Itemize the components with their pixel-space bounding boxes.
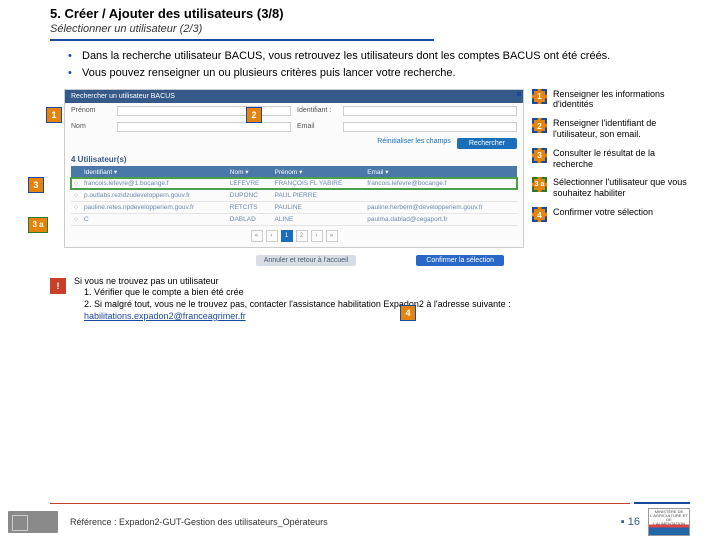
cancel-button[interactable]: Annuler et retour à l'accueil <box>256 255 357 266</box>
page-last[interactable]: » <box>326 230 338 242</box>
col-email[interactable]: Email ▾ <box>364 166 517 178</box>
screenshot-region: 1 2 3 3 a 4 Rechercher un utilisateur BA… <box>50 89 524 270</box>
bullet-list: Dans la recherche utilisateur BACUS, vou… <box>68 49 690 81</box>
table-row[interactable]: ○p.outlabs.rezidzudeveloppern.gouv.frDUP… <box>71 189 517 201</box>
panel-header: Rechercher un utilisateur BACUS <box>65 90 523 103</box>
table-row[interactable]: ○pauline.retes.npdevelopperiem.gouv.frRE… <box>71 201 517 213</box>
page-prev[interactable]: ‹ <box>266 230 278 242</box>
note-item: 2. Si malgré tout, vous ne le trouvez pa… <box>84 299 660 322</box>
note-item: 1. Vérifier que le compte a bien été cré… <box>84 287 660 299</box>
marker-2: 2 <box>246 107 262 123</box>
label-email: Email <box>297 123 337 130</box>
bullet: Vous pouvez renseigner un ou plusieurs c… <box>68 66 690 81</box>
page-next[interactable]: › <box>311 230 323 242</box>
app-screenshot: Rechercher un utilisateur BACUS Prénom I… <box>64 89 524 248</box>
pagination: « ‹ 1 2 › » <box>71 226 517 244</box>
marker-3a: 3 a <box>28 217 48 233</box>
page-2[interactable]: 2 <box>296 230 308 242</box>
legend-text: Confirmer votre sélection <box>553 207 653 218</box>
col-id[interactable]: Identifiant ▾ <box>81 166 227 178</box>
legend-num: 1 <box>532 89 547 104</box>
label-nom: Nom <box>71 123 111 130</box>
confirm-button[interactable]: Confirmer la sélection <box>416 255 504 266</box>
input-identifiant[interactable] <box>343 106 517 116</box>
legend-num: 4 <box>532 207 547 222</box>
reset-button[interactable]: Réinitialiser les champs <box>377 138 451 149</box>
input-email[interactable] <box>343 122 517 132</box>
bullet: Dans la recherche utilisateur BACUS, vou… <box>68 49 690 64</box>
slide-subtitle: Sélectionner un utilisateur (2/3) <box>50 23 690 35</box>
marker-4: 4 <box>400 305 416 321</box>
col-nom[interactable]: Nom ▾ <box>227 166 272 178</box>
franceagrimer-logo <box>8 511 58 533</box>
results-table: Identifiant ▾ Nom ▾ Prénom ▾ Email ▾ ○fr… <box>71 166 517 226</box>
label-identifiant: Identifiant : <box>297 107 337 114</box>
page-1[interactable]: 1 <box>281 230 293 242</box>
note-box: ! Si vous ne trouvez pas un utilisateur … <box>50 276 660 323</box>
warning-icon: ! <box>50 278 66 294</box>
input-nom[interactable] <box>117 122 291 132</box>
slide-title: 5. Créer / Ajouter des utilisateurs (3/8… <box>50 6 690 21</box>
legend-text: Renseigner les informations d'identités <box>553 89 690 111</box>
legend-num: 3 a <box>532 177 547 192</box>
divider <box>50 39 690 41</box>
page-number: 16 <box>621 516 640 528</box>
legend-num: 3 <box>532 148 547 163</box>
note-title: Si vous ne trouvez pas un utilisateur <box>74 276 660 288</box>
mail-link[interactable]: habilitations.expadon2@franceagrimer.fr <box>84 311 246 321</box>
page-first[interactable]: « <box>251 230 263 242</box>
input-prenom[interactable] <box>117 106 291 116</box>
marker-3: 3 <box>28 177 44 193</box>
close-icon <box>517 92 521 96</box>
reference-text: Référence : Expadon2-GUT-Gestion des uti… <box>70 517 621 527</box>
legend-text: Sélectionner l'utilisateur que vous souh… <box>553 177 690 199</box>
legend-num: 2 <box>532 118 547 133</box>
legend-text: Consulter le résultat de la recherche <box>553 148 690 170</box>
result-count: 4 Utilisateur(s) <box>71 155 517 164</box>
marker-1: 1 <box>46 107 62 123</box>
table-row[interactable]: ○CDABLADALINEpaulma.dablad@cegaport.fr <box>71 213 517 225</box>
ministry-logo: MINISTÈRE DE L'AGRICULTURE ET DE L'ALIME… <box>648 508 690 536</box>
label-prenom: Prénom <box>71 107 111 114</box>
footer: Référence : Expadon2-GUT-Gestion des uti… <box>0 504 720 540</box>
search-button[interactable]: Rechercher <box>457 138 517 149</box>
col-prenom[interactable]: Prénom ▾ <box>272 166 365 178</box>
legend-text: Renseigner l'identifiant de l'utilisateu… <box>553 118 690 140</box>
legend: 1 Renseigner les informations d'identités… <box>532 89 690 270</box>
table-row[interactable]: ○francois.lefevre@1.bocange.fLEFEVREFRAN… <box>71 178 517 190</box>
